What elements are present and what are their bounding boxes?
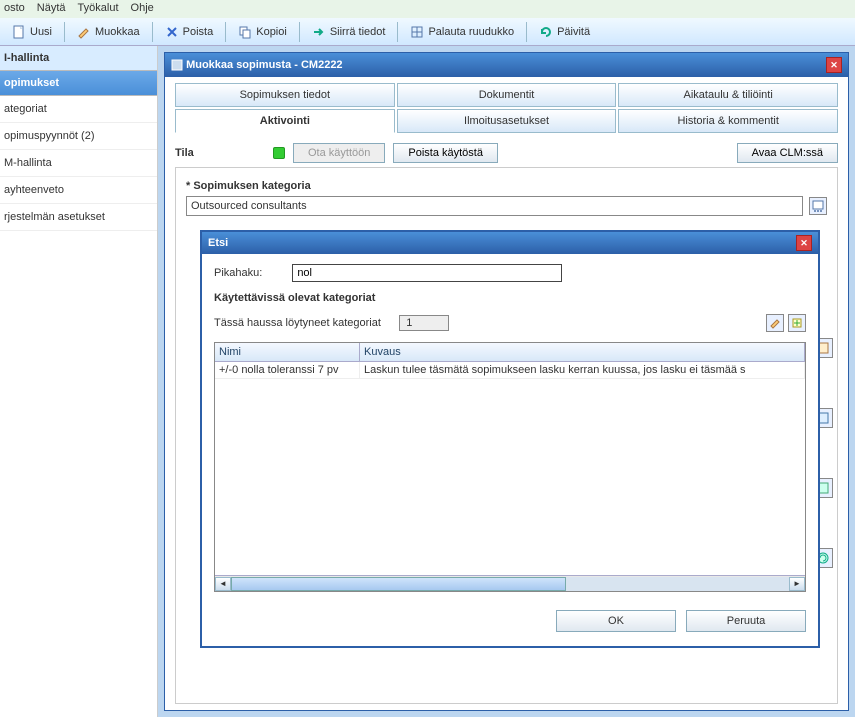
separator: [64, 22, 65, 42]
popup-titlebar: Etsi ✕: [202, 232, 818, 254]
open-clm-button[interactable]: Avaa CLM:ssä: [737, 143, 838, 163]
sidebar-item-requests[interactable]: opimuspyynnöt (2): [0, 123, 157, 150]
tab-notifications[interactable]: Ilmoitusasetukset: [397, 109, 617, 133]
tab-activation[interactable]: Aktivointi: [175, 109, 395, 133]
disable-button[interactable]: Poista käytöstä: [393, 143, 498, 163]
col-desc[interactable]: Kuvaus: [360, 343, 805, 361]
sidebar-item-summary[interactable]: ayhteenveto: [0, 177, 157, 204]
horizontal-scrollbar[interactable]: ◄ ►: [215, 575, 805, 591]
pencil-icon: [77, 25, 91, 39]
content-area: Muokkaa sopimusta - CM2222 ✕ Sopimuksen …: [158, 46, 855, 717]
move-label: Siirrä tiedot: [330, 26, 386, 38]
found-count: 1: [399, 315, 449, 331]
tab-documents[interactable]: Dokumentit: [397, 83, 617, 107]
refresh-icon: [539, 25, 553, 39]
edit-button[interactable]: Muokkaa: [71, 23, 146, 41]
scroll-right-icon[interactable]: ►: [789, 577, 805, 591]
col-name[interactable]: Nimi: [215, 343, 360, 361]
ok-button[interactable]: OK: [556, 610, 676, 632]
toolbar: Uusi Muokkaa Poista Kopioi Siirrä tiedot…: [0, 18, 855, 46]
scroll-thumb[interactable]: [231, 577, 566, 591]
dialog-title: Muokkaa sopimusta - CM2222: [171, 59, 343, 71]
refresh-label: Päivitä: [557, 26, 590, 38]
new-button[interactable]: Uusi: [6, 23, 58, 41]
quicksearch-label: Pikahaku:: [214, 267, 262, 279]
restore-label: Palauta ruudukko: [428, 26, 514, 38]
restore-button[interactable]: Palauta ruudukko: [404, 23, 520, 41]
delete-label: Poista: [183, 26, 214, 38]
table-row[interactable]: +/-0 nolla toleranssi 7 pv Laskun tulee …: [215, 362, 805, 379]
delete-button[interactable]: Poista: [159, 23, 220, 41]
close-icon[interactable]: ✕: [826, 57, 842, 73]
sidebar-item-settings[interactable]: rjestelmän asetukset: [0, 204, 157, 231]
separator: [152, 22, 153, 42]
edit-label: Muokkaa: [95, 26, 140, 38]
search-popup: Etsi ✕ Pikahaku: Käytettävissä olevat ka…: [200, 230, 820, 648]
dialog-titlebar: Muokkaa sopimusta - CM2222 ✕: [165, 53, 848, 77]
status-label: Tila: [175, 147, 265, 159]
edit-contract-dialog: Muokkaa sopimusta - CM2222 ✕ Sopimuksen …: [164, 52, 849, 711]
copy-icon: [238, 25, 252, 39]
separator: [299, 22, 300, 42]
arrow-right-icon: [312, 25, 326, 39]
tab-contract-info[interactable]: Sopimuksen tiedot: [175, 83, 395, 107]
new-category-icon[interactable]: [788, 314, 806, 332]
found-label: Tässä haussa löytyneet kategoriat: [214, 317, 381, 329]
separator: [397, 22, 398, 42]
delete-icon: [165, 25, 179, 39]
grid-icon: [410, 25, 424, 39]
cell-desc: Laskun tulee täsmätä sopimukseen lasku k…: [360, 362, 805, 378]
new-icon: [12, 25, 26, 39]
status-indicator-icon: [273, 147, 285, 159]
cancel-button[interactable]: Peruuta: [686, 610, 806, 632]
menu-bar: osto Näytä Työkalut Ohje: [0, 0, 855, 18]
tab-schedule[interactable]: Aikataulu & tiliöinti: [618, 83, 838, 107]
category-input[interactable]: Outsourced consultants: [186, 196, 803, 216]
move-button[interactable]: Siirrä tiedot: [306, 23, 392, 41]
quicksearch-input[interactable]: [292, 264, 562, 282]
menu-item[interactable]: Ohje: [131, 2, 154, 16]
menu-item[interactable]: Näytä: [37, 2, 66, 16]
enable-button: Ota käyttöön: [293, 143, 385, 163]
separator: [225, 22, 226, 42]
lookup-icon[interactable]: [809, 197, 827, 215]
copy-button[interactable]: Kopioi: [232, 23, 293, 41]
scroll-left-icon[interactable]: ◄: [215, 577, 231, 591]
available-label: Käytettävissä olevat kategoriat: [214, 292, 806, 304]
copy-label: Kopioi: [256, 26, 287, 38]
sidebar: I-hallinta opimukset ategoriat opimuspyy…: [0, 46, 158, 717]
refresh-button[interactable]: Päivitä: [533, 23, 596, 41]
sidebar-item-categories[interactable]: ategoriat: [0, 96, 157, 123]
sidebar-item-management[interactable]: M-hallinta: [0, 150, 157, 177]
form-panel: * Sopimuksen kategoria Outsourced consul…: [175, 167, 838, 704]
cell-name: +/-0 nolla toleranssi 7 pv: [215, 362, 360, 378]
edit-category-icon[interactable]: [766, 314, 784, 332]
menu-item[interactable]: osto: [4, 2, 25, 16]
menu-item[interactable]: Työkalut: [78, 2, 119, 16]
results-grid: Nimi Kuvaus +/-0 nolla toleranssi 7 pv L…: [214, 342, 806, 592]
close-icon[interactable]: ✕: [796, 235, 812, 251]
new-label: Uusi: [30, 26, 52, 38]
popup-title: Etsi: [208, 237, 228, 249]
category-label: * Sopimuksen kategoria: [186, 180, 827, 192]
sidebar-item-contracts[interactable]: opimukset: [0, 71, 157, 96]
tab-history[interactable]: Historia & kommentit: [618, 109, 838, 133]
sidebar-header: I-hallinta: [0, 46, 157, 71]
separator: [526, 22, 527, 42]
